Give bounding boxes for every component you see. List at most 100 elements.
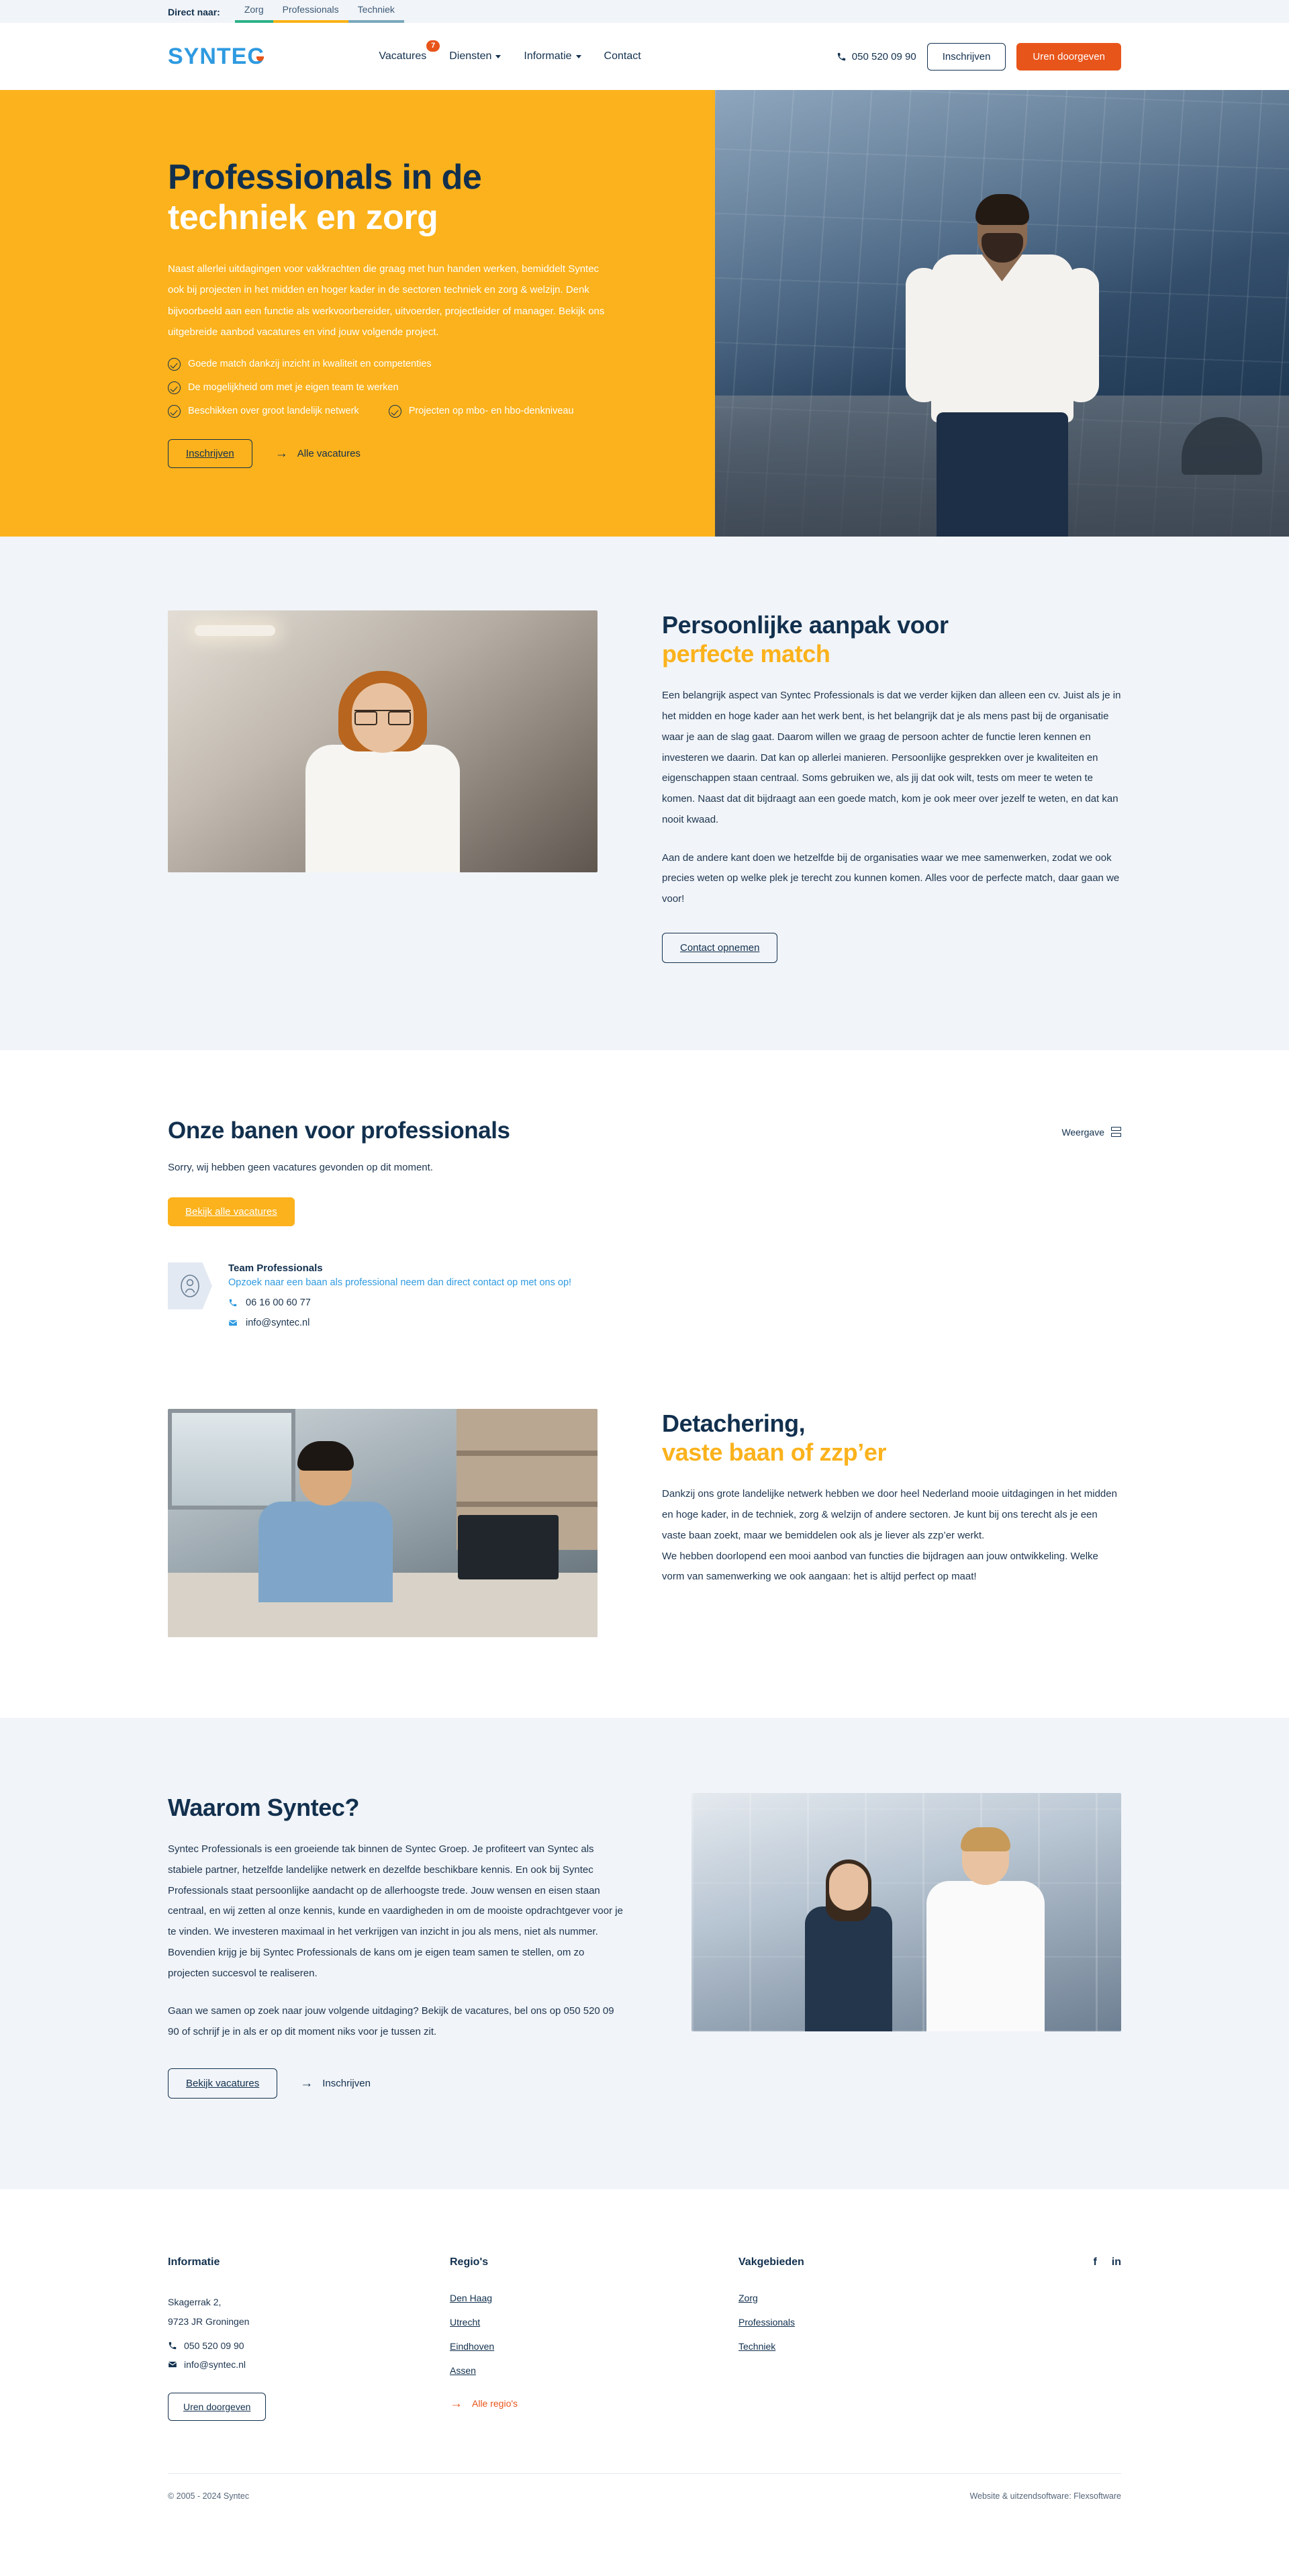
secondment-title: Detachering, vaste baan of zzp’er [662, 1409, 1121, 1467]
benefit-label: Beschikken over groot landelijk netwerk [188, 406, 359, 417]
phone-icon [228, 1298, 238, 1307]
view-toggle-label: Weergave [1061, 1126, 1104, 1138]
why-bekijk-vacatures-button[interactable]: Bekijk vacatures [168, 2068, 278, 2099]
footer-email-link[interactable]: info@syntec.nl [168, 2359, 450, 2370]
secondment-title-line1: Detachering, [662, 1409, 806, 1437]
jobs-title-part1: Onze [168, 1117, 231, 1144]
footer-all-regions-label: Alle regio's [472, 2398, 518, 2409]
hero-inschrijven-button[interactable]: Inschrijven [168, 439, 252, 468]
arrow-right-icon: → [300, 2076, 314, 2090]
footer-region-link[interactable]: Eindhoven [450, 2341, 738, 2352]
topbar-link-techniek[interactable]: Techniek [348, 4, 404, 23]
footer-region-link[interactable]: Utrecht [450, 2317, 738, 2328]
header-actions: 050 520 09 90 Inschrijven Uren doorgeven [837, 42, 1121, 71]
footer-column-informatie: Informatie Skagerrak 2, 9723 JR Groninge… [168, 2256, 450, 2421]
secondment-title-line2: vaste baan of zzp’er [662, 1438, 887, 1467]
footer-uren-doorgeven-button[interactable]: Uren doorgeven [168, 2392, 267, 2421]
vacatures-count-badge: 7 [426, 40, 440, 52]
footer-copyright: © 2005 - 2024 Syntec [168, 2491, 250, 2501]
benefit-row: Beschikken over groot landelijk netwerk … [168, 404, 715, 418]
chevron-down-icon [575, 54, 581, 58]
footer-field-link[interactable]: Techniek [738, 2341, 1093, 2352]
hero-title-line2: techniek en zorg [168, 198, 438, 238]
why-text-column: Waarom Syntec? Syntec Professionals is e… [168, 1793, 627, 2099]
hero-alle-vacatures-link[interactable]: → Alle vacatures [275, 447, 361, 460]
facebook-icon[interactable]: f [1093, 2256, 1096, 2268]
nav-item-vacatures[interactable]: Vacatures 7 [379, 40, 440, 62]
approach-title: Persoonlijke aanpak voor perfecte match [662, 610, 1121, 668]
nav-label-vacatures: Vacatures [379, 50, 427, 62]
team-contact-subtitle: Opzoek naar een baan als professional ne… [228, 1277, 572, 1288]
footer-credit-link[interactable]: Website & uitzendsoftware: Flexsoftware [969, 2491, 1121, 2501]
chevron-down-icon [495, 54, 502, 58]
mail-icon [168, 2360, 177, 2369]
why-paragraph-1: Syntec Professionals is een groeiende ta… [168, 1843, 623, 1979]
footer-region-link[interactable]: Den Haag [450, 2293, 738, 2303]
hero-lead-paragraph: Naast allerlei uitdagingen voor vakkrach… [168, 263, 605, 338]
footer-all-regions-link[interactable]: → Alle regio's [450, 2397, 518, 2410]
top-utility-bar: Direct naar: Zorg Professionals Techniek [0, 0, 1289, 23]
syntec-logo[interactable]: SYNTEC [168, 45, 271, 68]
header-phone-link[interactable]: 050 520 09 90 [837, 51, 916, 62]
benefit-item: Projecten op mbo- en hbo-denkniveau [388, 404, 574, 418]
topbar-link-professionals[interactable]: Professionals [273, 4, 348, 23]
footer-column-regios: Regio's Den Haag Utrecht Eindhoven Assen… [450, 2256, 738, 2421]
benefit-label: Goede match dankzij inzicht in kwaliteit… [188, 359, 432, 370]
avatar [168, 1262, 212, 1309]
secondment-section: Detachering, vaste baan of zzp’er Dankzi… [0, 1401, 1289, 1718]
team-contact-name: Team Professionals [228, 1262, 323, 1274]
approach-image-column [168, 610, 598, 872]
check-circle-icon [388, 404, 401, 418]
footer-address-line-1: Skagerrak 2, [168, 2296, 222, 2307]
benefit-row: Goede match dankzij inzicht in kwaliteit… [168, 357, 715, 371]
hero-cta-group: Inschrijven → Alle vacatures [168, 439, 715, 468]
linkedin-icon[interactable]: in [1112, 2256, 1121, 2268]
footer-region-link[interactable]: Assen [450, 2365, 738, 2376]
approach-paragraph-2: Aan de andere kant doen we hetzelfde bij… [662, 852, 1120, 905]
nav-item-contact[interactable]: Contact [604, 50, 641, 62]
team-contact-phone[interactable]: 06 16 00 60 77 [228, 1297, 571, 1308]
footer-field-link[interactable]: Zorg [738, 2293, 1093, 2303]
why-title: Waarom Syntec? [168, 1793, 360, 1821]
header-phone-number: 050 520 09 90 [851, 50, 916, 62]
nav-item-informatie[interactable]: Informatie [524, 50, 581, 62]
jobs-empty-message: Sorry, wij hebben geen vacatures gevonde… [168, 1161, 433, 1173]
jobs-title-part2: banen voor professionals [230, 1117, 510, 1144]
footer-field-link[interactable]: Professionals [738, 2317, 1093, 2328]
check-circle-icon [168, 404, 181, 418]
footer-phone-link[interactable]: 050 520 09 90 [168, 2340, 450, 2351]
why-paragraph-2: Gaan we samen op zoek naar jouw volgende… [168, 2005, 614, 2038]
benefit-item: Beschikken over groot landelijk netwerk [168, 404, 359, 418]
nav-label-informatie: Informatie [524, 50, 572, 62]
phone-icon [837, 52, 847, 62]
benefit-label: Projecten op mbo- en hbo-denkniveau [408, 406, 574, 417]
why-inschrijven-link[interactable]: → Inschrijven [300, 2077, 371, 2090]
benefit-item: De mogelijkheid om met je eigen team te … [168, 381, 399, 394]
direct-naar-label: Direct naar: [168, 7, 220, 17]
team-contact-card: Team Professionals Opzoek naar een baan … [168, 1262, 1121, 1328]
approach-section: Persoonlijke aanpak voor perfecte match … [0, 537, 1289, 1050]
header-uren-doorgeven-button[interactable]: Uren doorgeven [1016, 42, 1121, 71]
header-inschrijven-button[interactable]: Inschrijven [926, 42, 1006, 71]
approach-paragraph-1: Een belangrijk aspect van Syntec Profess… [662, 690, 1121, 825]
hero-photo-businessman [715, 90, 1289, 537]
team-contact-email[interactable]: info@syntec.nl [228, 1318, 571, 1328]
why-cta-group: Bekijk vacatures → Inschrijven [168, 2068, 627, 2099]
footer-address-line-2: 9723 JR Groningen [168, 2316, 250, 2328]
nav-item-diensten[interactable]: Diensten [449, 50, 502, 62]
mail-icon [228, 1318, 238, 1328]
topbar-link-zorg[interactable]: Zorg [234, 4, 273, 23]
approach-title-line2: perfecte match [662, 640, 830, 668]
why-inschrijven-label: Inschrijven [322, 2077, 371, 2089]
hero-title: Professionals in de techniek en zorg [168, 157, 715, 238]
phone-icon [168, 2341, 177, 2350]
why-photo-colleagues [691, 1792, 1121, 2031]
view-toggle[interactable]: Weergave [1061, 1127, 1121, 1138]
arrow-right-icon: → [275, 446, 288, 461]
benefit-row: De mogelijkheid om met je eigen team te … [168, 381, 715, 394]
footer-heading-informatie: Informatie [168, 2256, 220, 2268]
approach-contact-button[interactable]: Contact opnemen [662, 932, 778, 963]
site-footer: Informatie Skagerrak 2, 9723 JR Groninge… [0, 2189, 1289, 2521]
jobs-view-all-button[interactable]: Bekijk alle vacatures [168, 1197, 295, 1226]
secondment-paragraph-2: We hebben doorlopend een mooi aanbod van… [662, 1550, 1098, 1583]
